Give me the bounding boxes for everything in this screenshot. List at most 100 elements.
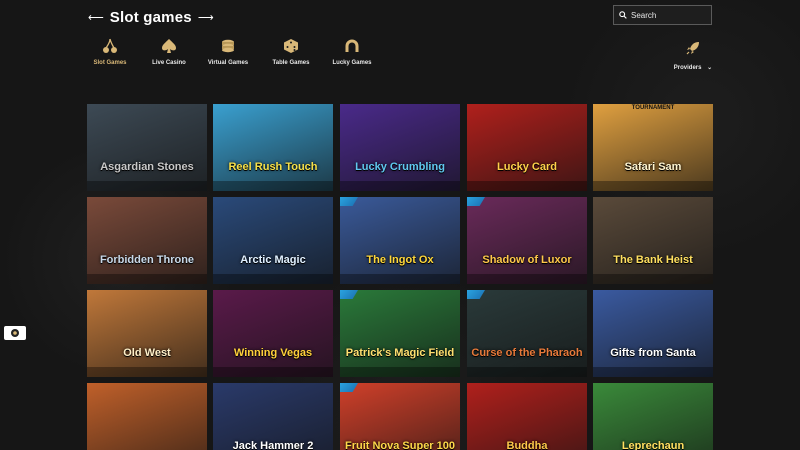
game-tile[interactable]: TOURNAMENT Safari Sam bbox=[593, 104, 713, 191]
chat-widget[interactable] bbox=[4, 326, 26, 340]
tile-footer bbox=[593, 181, 713, 191]
game-thumbnail bbox=[87, 104, 207, 191]
game-thumbnail bbox=[213, 197, 333, 284]
games-grid: Asgardian Stones Reel Rush Touch Lucky Cru… bbox=[87, 104, 727, 450]
game-tile[interactable]: Old West bbox=[87, 290, 207, 377]
chat-icon bbox=[11, 329, 19, 337]
game-tile[interactable]: Gifts from Santa bbox=[593, 290, 713, 377]
page-title-wrap: ⟵ Slot games ⟶ bbox=[88, 6, 214, 28]
rocket-icon bbox=[686, 42, 699, 55]
game-thumbnail bbox=[340, 104, 460, 191]
game-title: Fruit Nova Super 100 bbox=[344, 440, 456, 450]
game-tile[interactable] bbox=[87, 383, 207, 450]
category-lucky-games[interactable]: Lucky Games bbox=[322, 38, 382, 66]
tile-footer bbox=[593, 367, 713, 377]
tile-footer bbox=[467, 367, 587, 377]
game-thumbnail bbox=[213, 104, 333, 191]
cherries-icon bbox=[103, 38, 117, 53]
game-thumbnail bbox=[467, 290, 587, 377]
game-thumbnail bbox=[593, 104, 713, 191]
search-icon bbox=[619, 11, 627, 19]
game-thumbnail bbox=[467, 104, 587, 191]
game-thumbnail bbox=[87, 197, 207, 284]
tile-footer bbox=[87, 181, 207, 191]
category-label: Slot Games bbox=[93, 60, 127, 66]
category-label: Live Casino bbox=[152, 60, 186, 66]
game-tile[interactable]: Leprechaun bbox=[593, 383, 713, 450]
game-tile[interactable]: Curse of the Pharaoh bbox=[467, 290, 587, 377]
tile-footer bbox=[213, 367, 333, 377]
search-box[interactable] bbox=[613, 5, 712, 25]
game-thumbnail bbox=[593, 197, 713, 284]
horseshoe-icon bbox=[345, 39, 359, 52]
category-virtual-games[interactable]: Virtual Games bbox=[198, 38, 258, 66]
game-tile[interactable]: Buddha bbox=[467, 383, 587, 450]
tile-footer bbox=[340, 367, 460, 377]
game-title: Forbidden Throne bbox=[99, 254, 195, 266]
game-tile[interactable]: Winning Vegas bbox=[213, 290, 333, 377]
game-title: Jack Hammer 2 bbox=[232, 440, 314, 450]
game-thumbnail bbox=[340, 197, 460, 284]
game-thumbnail bbox=[467, 197, 587, 284]
game-tile[interactable]: Fruit Nova Super 100 bbox=[340, 383, 460, 450]
game-title: Reel Rush Touch bbox=[228, 161, 318, 173]
category-slot-games[interactable]: Slot Games bbox=[80, 38, 140, 66]
game-tile[interactable]: The Ingot Ox bbox=[340, 197, 460, 284]
tile-footer bbox=[213, 181, 333, 191]
tile-footer bbox=[213, 274, 333, 284]
game-title: The Bank Heist bbox=[613, 254, 693, 266]
game-thumbnail bbox=[87, 290, 207, 377]
title-ornament-right-icon: ⟶ bbox=[197, 11, 214, 24]
dice-icon bbox=[284, 39, 298, 53]
game-thumbnail bbox=[213, 290, 333, 377]
coin-stack-icon bbox=[222, 39, 234, 53]
game-tile[interactable]: Asgardian Stones bbox=[87, 104, 207, 191]
tile-footer bbox=[593, 274, 713, 284]
category-table-games[interactable]: Table Games bbox=[261, 38, 321, 66]
game-thumbnail bbox=[87, 383, 207, 450]
tile-footer bbox=[467, 181, 587, 191]
game-tile[interactable]: Jack Hammer 2 bbox=[213, 383, 333, 450]
game-title: Old West bbox=[123, 347, 171, 359]
game-tile[interactable]: Reel Rush Touch bbox=[213, 104, 333, 191]
game-title: Asgardian Stones bbox=[100, 161, 194, 173]
title-ornament-left-icon: ⟵ bbox=[88, 11, 104, 24]
page-title: Slot games bbox=[109, 8, 192, 26]
game-tile[interactable]: Arctic Magic bbox=[213, 197, 333, 284]
game-title: Buddha bbox=[506, 440, 548, 450]
category-label: Table Games bbox=[272, 60, 310, 66]
search-input[interactable] bbox=[631, 10, 707, 20]
tile-footer bbox=[87, 274, 207, 284]
game-tile[interactable]: Shadow of Luxor bbox=[467, 197, 587, 284]
spade-icon bbox=[162, 39, 176, 53]
game-title: Arctic Magic bbox=[240, 254, 306, 266]
game-title: Leprechaun bbox=[621, 440, 685, 450]
game-title: The Ingot Ox bbox=[366, 254, 434, 266]
tournament-label: TOURNAMENT bbox=[631, 105, 675, 111]
game-tile[interactable]: Forbidden Throne bbox=[87, 197, 207, 284]
game-title: Shadow of Luxor bbox=[482, 254, 572, 266]
game-thumbnail bbox=[593, 290, 713, 377]
chevron-down-icon: ⌄ bbox=[707, 65, 713, 71]
game-title: Gifts from Santa bbox=[610, 347, 696, 359]
game-title: Lucky Card bbox=[497, 161, 557, 173]
category-label: Lucky Games bbox=[332, 60, 372, 66]
page: ⟵ Slot games ⟶ Slot Games Live Casino bbox=[0, 0, 800, 450]
category-live-casino[interactable]: Live Casino bbox=[139, 38, 199, 66]
game-tile[interactable]: Patrick's Magic Field bbox=[340, 290, 460, 377]
game-title: Curse of the Pharaoh bbox=[471, 347, 583, 359]
tile-footer bbox=[340, 181, 460, 191]
tile-footer bbox=[340, 274, 460, 284]
game-tile[interactable]: Lucky Card bbox=[467, 104, 587, 191]
tile-footer bbox=[87, 367, 207, 377]
game-thumbnail bbox=[340, 290, 460, 377]
providers-label: Providers ⌄ bbox=[674, 64, 712, 71]
providers-dropdown[interactable]: Providers ⌄ bbox=[668, 40, 718, 71]
game-title: Lucky Crumbling bbox=[355, 161, 445, 173]
game-title: Patrick's Magic Field bbox=[345, 347, 455, 359]
game-tile[interactable]: The Bank Heist bbox=[593, 197, 713, 284]
game-title: Safari Sam bbox=[624, 161, 682, 173]
category-label: Virtual Games bbox=[207, 60, 249, 66]
game-tile[interactable]: Lucky Crumbling bbox=[340, 104, 460, 191]
game-title: Winning Vegas bbox=[233, 347, 313, 359]
